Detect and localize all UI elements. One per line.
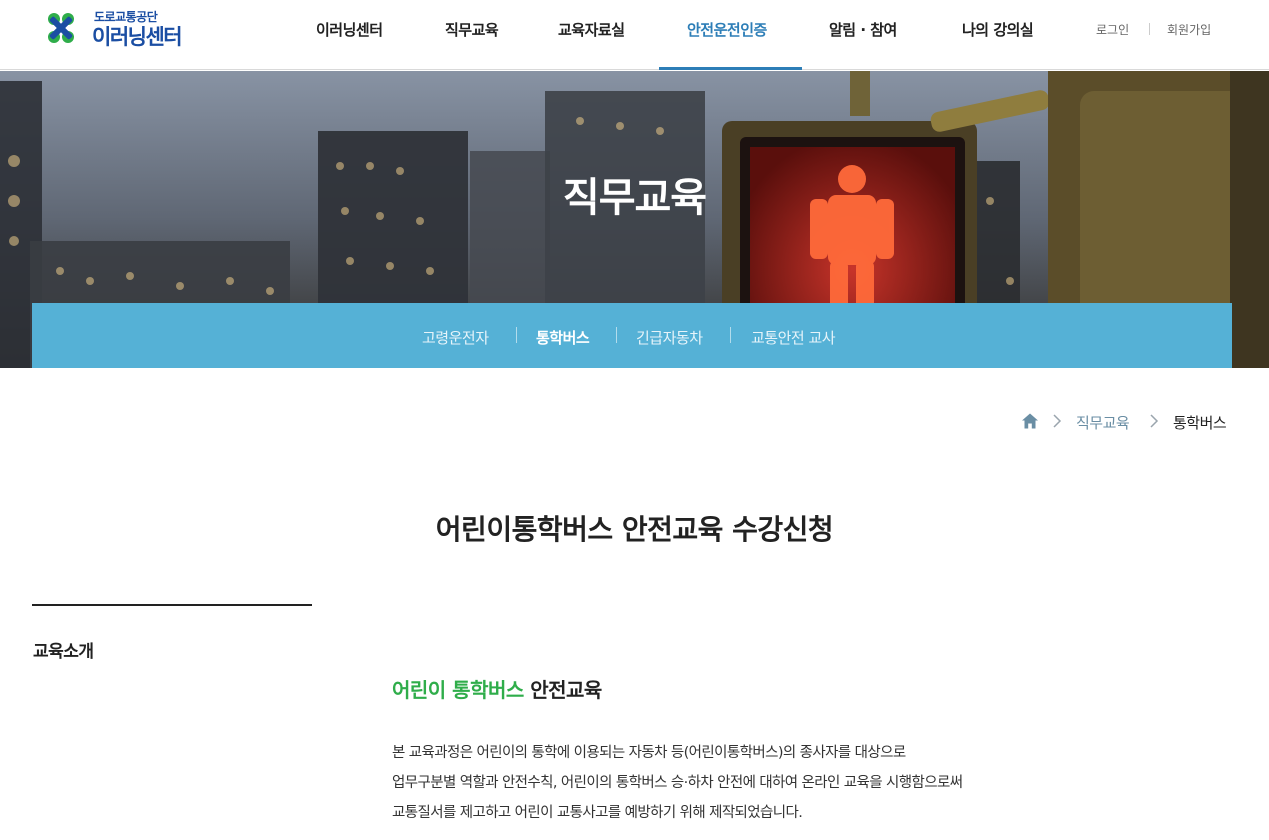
breadcrumb-job-training[interactable]: 직무교육 — [1076, 412, 1130, 433]
section-title-rest: 안전교육 — [523, 678, 602, 702]
description-line: 업무구분별 역할과 안전수칙, 어린이의 통학버스 승·하차 안전에 대하여 온… — [392, 775, 963, 791]
sidebar-item-course-intro[interactable]: 교육소개 — [33, 637, 94, 662]
breadcrumb-current: 통학버스 — [1173, 414, 1227, 432]
page-title: 어린이통학버스 안전교육 수강신청 — [435, 513, 834, 546]
util-divider — [1149, 23, 1150, 35]
tab-elderly-driver[interactable]: 고령운전자 — [422, 327, 489, 348]
description-line: 교통질서를 제고하고 어린이 교통사고를 예방하기 위해 제작되었습니다. — [392, 805, 803, 821]
logo-site-name: 이러닝센터 — [92, 25, 183, 49]
tab-traffic-safety-teacher[interactable]: 교통안전 교사 — [751, 327, 836, 348]
course-description: 본 교육과정은 어린이의 통학에 이용되는 자동차 등(어린이통학버스)의 종사… — [392, 741, 1032, 831]
chevron-right-icon — [1150, 414, 1159, 428]
nav-item-job-training[interactable]: 직무교육 — [445, 19, 499, 40]
tab-divider — [516, 327, 517, 343]
sub-tab-bar: 고령운전자 통학버스 긴급자동차 교통안전 교사 — [32, 303, 1232, 368]
description-line: 본 교육과정은 어린이의 통학에 이용되는 자동차 등(어린이통학버스)의 종사… — [392, 745, 906, 761]
nav-item-elearning-center[interactable]: 이러닝센터 — [316, 19, 383, 40]
chevron-right-icon — [1053, 414, 1062, 428]
nav-item-notice-participation[interactable]: 알림 · 참여 — [829, 19, 897, 40]
hero-title: 직무교육 — [562, 175, 707, 221]
nav-item-resources[interactable]: 교육자료실 — [558, 19, 625, 40]
nav-active-indicator — [659, 67, 802, 70]
sidebar-top-rule — [32, 604, 312, 606]
nav-item-safe-driving-cert[interactable]: 안전운전인증 — [687, 19, 767, 40]
tab-school-bus[interactable]: 통학버스 — [536, 327, 590, 348]
site-logo[interactable]: 도로교통공단 이러닝센터 — [46, 8, 216, 52]
breadcrumb: 직무교육 통학버스 — [0, 410, 1269, 434]
tab-divider — [730, 327, 731, 343]
section-title: 어린이 통학버스 안전교육 — [392, 674, 602, 703]
hero-banner: 직무교육 고령운전자 통학버스 긴급자동차 교통안전 교사 — [0, 71, 1269, 368]
home-icon[interactable] — [1021, 412, 1039, 430]
site-header: 도로교통공단 이러닝센터 이러닝센터 직무교육 교육자료실 안전운전인증 알림 … — [0, 0, 1269, 70]
section-title-highlight: 어린이 통학버스 — [392, 678, 524, 702]
nav-item-my-classroom[interactable]: 나의 강의실 — [962, 19, 1034, 40]
signup-link[interactable]: 회원가입 — [1167, 21, 1211, 38]
tab-divider — [616, 327, 617, 343]
login-link[interactable]: 로그인 — [1096, 21, 1129, 38]
tab-emergency-vehicle[interactable]: 긴급자동차 — [636, 327, 703, 348]
clover-cross-logo-icon — [48, 13, 74, 43]
